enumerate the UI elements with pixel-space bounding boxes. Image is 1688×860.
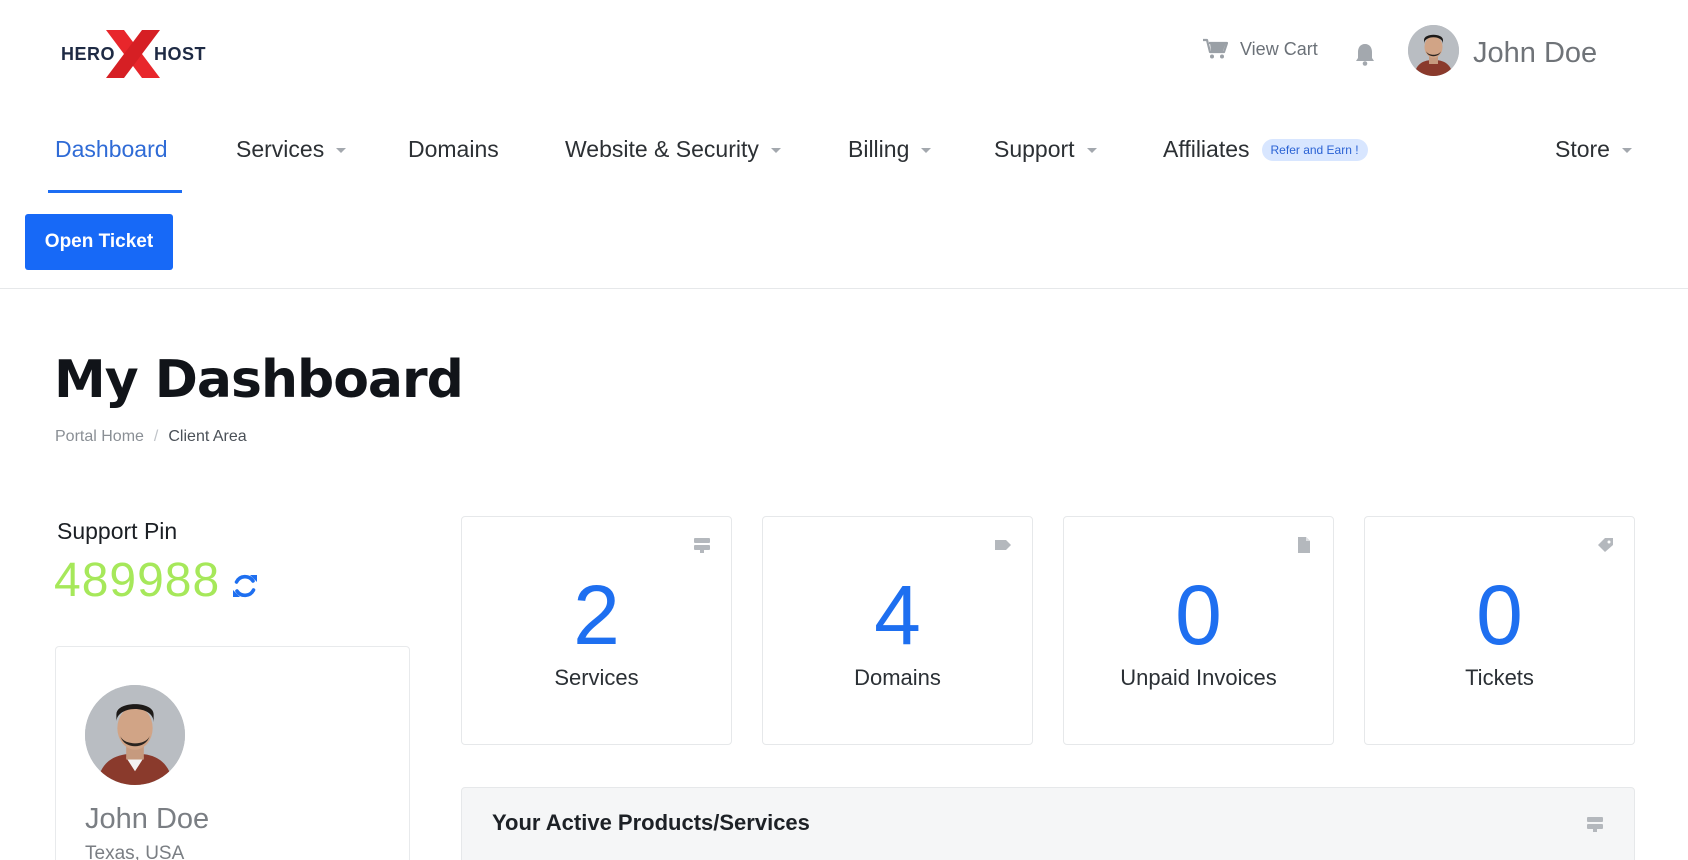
document-icon	[1298, 537, 1310, 553]
cart-icon	[1203, 38, 1228, 59]
nav-label: Website & Security	[565, 136, 759, 162]
nav-item-website-security[interactable]: Website & Security	[565, 136, 781, 163]
nav-label: Services	[236, 136, 325, 162]
refresh-icon[interactable]	[231, 572, 259, 600]
stat-value: 4	[874, 568, 921, 662]
breadcrumb-current: Client Area	[168, 428, 247, 445]
profile-location: Texas, USA	[85, 843, 185, 860]
breadcrumb: Portal Home / Client Area	[55, 428, 247, 446]
nav-label: Support	[994, 136, 1075, 162]
stat-tile-services[interactable]: 2 Services	[461, 516, 732, 745]
refer-earn-badge: Refer and Earn !	[1261, 138, 1368, 161]
header-user-name[interactable]: John Doe	[1473, 37, 1597, 70]
nav-item-affiliates[interactable]: Affiliates Refer and Earn !	[1163, 136, 1368, 163]
breadcrumb-separator: /	[153, 428, 159, 445]
nav-label: Dashboard	[55, 136, 168, 162]
server-icon	[1587, 817, 1603, 832]
nav-label: Billing	[848, 136, 910, 162]
support-pin-label: Support Pin	[57, 518, 178, 544]
open-ticket-button[interactable]: Open Ticket	[25, 214, 173, 270]
breadcrumb-home-link[interactable]: Portal Home	[55, 428, 144, 446]
support-pin-value: 489988	[54, 554, 221, 607]
tag-icon	[995, 540, 1011, 550]
view-cart-label: View Cart	[1240, 38, 1318, 59]
logo-right-text: HOST	[154, 44, 207, 64]
nav-item-dashboard[interactable]: Dashboard	[55, 136, 168, 163]
header-divider	[0, 288, 1688, 289]
stat-value: 2	[573, 568, 620, 662]
view-cart-link[interactable]: View Cart	[1202, 38, 1318, 60]
caret-down-icon	[336, 148, 347, 153]
profile-name: John Doe	[85, 803, 210, 835]
stat-label: Unpaid Invoices	[1120, 665, 1277, 690]
nav-item-domains[interactable]: Domains	[408, 136, 499, 163]
nav-item-billing[interactable]: Billing	[848, 136, 932, 163]
caret-down-icon	[1086, 148, 1097, 153]
active-products-panel: Your Active Products/Services	[461, 787, 1635, 860]
nav-label: Affiliates	[1163, 136, 1250, 162]
nav-label: Store	[1555, 136, 1610, 162]
stat-label: Tickets	[1465, 665, 1534, 690]
caret-down-icon	[921, 148, 932, 153]
nav-item-support[interactable]: Support	[994, 136, 1097, 163]
active-nav-indicator	[48, 190, 182, 193]
nav-item-services[interactable]: Services	[236, 136, 347, 163]
stat-tile-domains[interactable]: 4 Domains	[762, 516, 1033, 745]
stat-tile-tickets[interactable]: 0 Tickets	[1364, 516, 1635, 745]
ticket-icon	[1598, 538, 1613, 552]
main-navigation: Dashboard Services Domains Website & Sec…	[0, 126, 1688, 196]
stat-label: Services	[554, 665, 639, 690]
bell-icon[interactable]	[1354, 42, 1376, 66]
user-avatar[interactable]	[1408, 25, 1459, 76]
stat-value: 0	[1476, 568, 1523, 662]
stat-tile-unpaid-invoices[interactable]: 0 Unpaid Invoices	[1063, 516, 1334, 745]
server-icon	[694, 538, 710, 553]
stat-value: 0	[1175, 568, 1222, 662]
brand-logo[interactable]: HERO HOST	[58, 28, 208, 80]
profile-card: John Doe Texas, USA	[55, 646, 410, 860]
profile-avatar	[85, 685, 185, 785]
caret-down-icon	[1621, 148, 1632, 153]
avatar-image	[85, 685, 185, 785]
stat-label: Domains	[854, 665, 941, 690]
nav-item-store[interactable]: Store	[1555, 136, 1632, 163]
active-products-title: Your Active Products/Services	[492, 810, 810, 835]
nav-label: Domains	[408, 136, 499, 162]
caret-down-icon	[770, 148, 781, 153]
page-title: My Dashboard	[54, 350, 464, 410]
avatar-image	[1408, 25, 1459, 76]
